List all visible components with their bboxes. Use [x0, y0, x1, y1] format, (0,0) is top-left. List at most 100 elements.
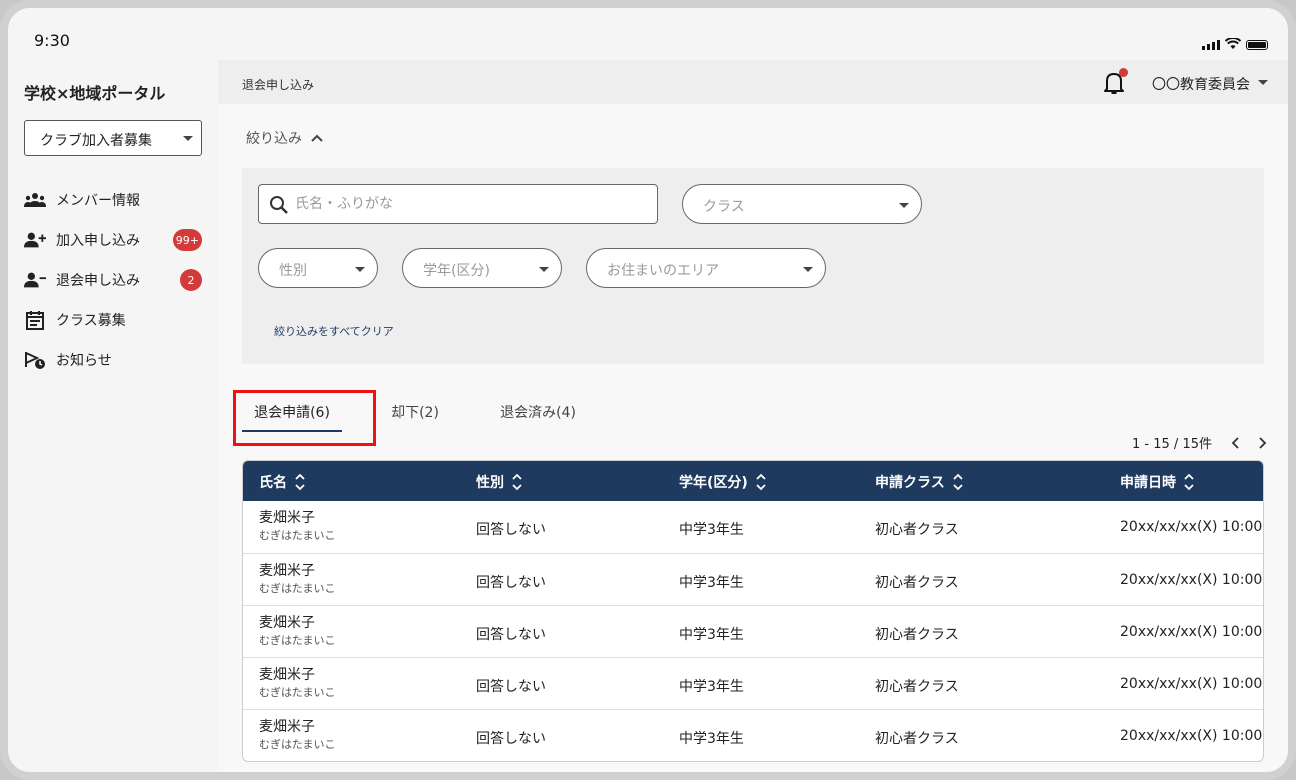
sidebar-item-withdrawal-requests[interactable]: 退会申し込み 2 — [24, 260, 204, 300]
member-name: 麦畑米子 — [259, 563, 315, 579]
table-row[interactable]: 麦畑米子むぎはたまいこ 回答しない 中学3年生 初心者クラス 20xx/xx/x… — [243, 657, 1263, 709]
member-kana: むぎはたまいこ — [259, 686, 336, 699]
caret-down-icon — [183, 136, 193, 141]
table-body: 麦畑米子 むぎはたまいこ 回答しない 中学3年生 初心者クラス 20xx/xx/x… — [243, 501, 1263, 761]
notification-dot — [1119, 68, 1128, 77]
column-header-date[interactable]: 申請日時 — [1120, 472, 1194, 492]
sort-icon — [295, 473, 305, 491]
club-select-value: クラブ加入者募集 — [40, 133, 152, 149]
table-row[interactable]: 麦畑米子 むぎはたまいこ 回答しない 中学3年生 初心者クラス 20xx/xx/x… — [243, 501, 1263, 553]
name-cell: 麦畑米子むぎはたまいこ — [259, 667, 335, 701]
column-header-label: 申請日時 — [1120, 475, 1176, 491]
chevron-left-icon[interactable] — [1230, 436, 1242, 450]
group-icon — [24, 189, 46, 211]
app-title: 学校×地域ポータル — [24, 84, 166, 103]
sidebar-item-label: 退会申し込み — [56, 273, 140, 289]
table-row[interactable]: 麦畑米子 むぎはたまいこ 回答しない 中学3年生 初心者クラス 20xx/xx/x… — [243, 605, 1263, 657]
member-kana: むぎはたまいこ — [259, 634, 336, 647]
filter-toggle[interactable]: 絞り込み — [246, 128, 324, 148]
date-cell: 20xx/xx/xx(X) 10:00 — [1120, 624, 1263, 640]
sidebar-item-class-recruitment[interactable]: クラス募集 — [24, 300, 204, 340]
table-row[interactable]: 麦畑米子 むぎはたまいこ 回答しない 中学3年生 初心者クラス 20xx/xx/x… — [243, 709, 1263, 761]
clear-filters-link[interactable]: 絞り込みをすべてクリア — [274, 323, 394, 339]
tablet-frame: 9:30 学校×地域ポータル クラブ加入者募集 メンバー情報 加入申し込み 99… — [0, 0, 1296, 780]
gender-cell: 回答しない — [476, 679, 546, 695]
caret-down-icon — [539, 267, 549, 272]
grade-select-placeholder: 学年(区分) — [423, 263, 490, 279]
count-badge: 99+ — [172, 229, 202, 251]
chevron-up-icon — [311, 134, 323, 142]
column-header-gender[interactable]: 性別 — [476, 472, 522, 492]
sidebar-item-label: クラス募集 — [56, 313, 126, 329]
column-header-grade[interactable]: 学年(区分) — [679, 472, 766, 492]
search-icon — [270, 196, 288, 214]
wifi-icon — [1225, 38, 1241, 49]
search-field[interactable] — [258, 184, 658, 224]
class-cell: 初心者クラス — [875, 731, 959, 747]
sidebar: 学校×地域ポータル クラブ加入者募集 メンバー情報 加入申し込み 99+ 退会申… — [8, 60, 218, 772]
sidebar-item-announcements[interactable]: お知らせ — [24, 340, 204, 380]
top-bar: 退会申し込み 〇〇教育委員会 — [218, 60, 1288, 104]
name-cell: 麦畑米子 むぎはたまいこ — [259, 719, 335, 753]
class-cell: 初心者クラス — [875, 679, 959, 695]
member-name: 麦畑米子 — [259, 615, 315, 631]
person-remove-icon — [24, 269, 46, 291]
area-select-placeholder: お住まいのエリア — [607, 263, 719, 279]
calendar-icon — [24, 309, 46, 331]
name-cell: 麦畑米子 むぎはたまいこ — [259, 510, 335, 544]
gender-select-placeholder: 性別 — [279, 263, 307, 279]
signal-icon — [1202, 40, 1220, 50]
sort-icon — [953, 473, 963, 491]
caret-down-icon — [899, 203, 909, 208]
grade-cell: 中学3年生 — [679, 522, 744, 538]
caret-down-icon — [803, 267, 813, 272]
table-header: 氏名 性別 学年(区分) 申請クラス 申請日時 — [243, 461, 1263, 501]
column-header-label: 性別 — [476, 475, 504, 491]
breadcrumb: 退会申し込み — [242, 78, 315, 92]
date-cell: 20xx/xx/xx(X) 10:00 — [1120, 728, 1263, 744]
pagination-text: 1 - 15 / 15件 — [1132, 437, 1212, 452]
tab-rejected[interactable]: 却下(2) — [370, 388, 460, 432]
gender-cell: 回答しない — [476, 575, 546, 591]
date-cell: 20xx/xx/xx(X) 10:00 — [1120, 572, 1263, 588]
name-cell: 麦畑米子むぎはたまいこ — [259, 563, 335, 597]
member-kana: むぎはたまいこ — [259, 529, 336, 542]
class-select-placeholder: クラス — [703, 199, 745, 215]
grade-cell: 中学3年生 — [679, 627, 744, 643]
org-name: 〇〇教育委員会 — [1152, 77, 1250, 93]
chevron-right-icon[interactable] — [1256, 436, 1268, 450]
gender-select[interactable]: 性別 — [258, 248, 378, 288]
column-header-label: 氏名 — [259, 475, 287, 491]
highlight-box — [233, 390, 376, 446]
column-header-class[interactable]: 申請クラス — [875, 472, 963, 492]
sort-icon — [1184, 473, 1194, 491]
battery-icon — [1246, 40, 1268, 50]
filter-toggle-label: 絞り込み — [246, 131, 302, 147]
date-cell: 20xx/xx/xx(X) 10:00 — [1120, 676, 1263, 692]
member-kana: むぎはたまいこ — [259, 582, 336, 595]
caret-down-icon — [355, 267, 365, 272]
tab-withdrawn[interactable]: 退会済み(4) — [488, 388, 588, 432]
grade-select[interactable]: 学年(区分) — [402, 248, 562, 288]
sidebar-item-members[interactable]: メンバー情報 — [24, 180, 204, 220]
class-cell: 初心者クラス — [875, 522, 959, 538]
member-name: 麦畑米子 — [259, 667, 315, 683]
column-header-name[interactable]: 氏名 — [259, 472, 305, 492]
notification-bell-icon[interactable] — [1102, 68, 1128, 96]
column-header-label: 申請クラス — [875, 475, 945, 491]
gender-cell: 回答しない — [476, 627, 546, 643]
class-select[interactable]: クラス — [682, 184, 922, 224]
table-row[interactable]: 麦畑米子 むぎはたまいこ 回答しない 中学3年生 初心者クラス 20xx/xx/x… — [243, 553, 1263, 605]
column-header-label: 学年(区分) — [679, 475, 748, 491]
grade-cell: 中学3年生 — [679, 679, 744, 695]
date-cell: 20xx/xx/xx(X) 10:00 — [1120, 519, 1263, 535]
sidebar-item-join-requests[interactable]: 加入申し込み 99+ — [24, 220, 204, 260]
area-select[interactable]: お住まいのエリア — [586, 248, 826, 288]
sidebar-item-label: 加入申し込み — [56, 233, 140, 249]
org-menu[interactable]: 〇〇教育委員会 — [1152, 74, 1268, 94]
class-cell: 初心者クラス — [875, 575, 959, 591]
search-input[interactable] — [295, 194, 645, 214]
club-select[interactable]: クラブ加入者募集 — [24, 120, 202, 156]
member-kana: むぎはたまいこ — [259, 738, 336, 751]
sort-icon — [756, 473, 766, 491]
